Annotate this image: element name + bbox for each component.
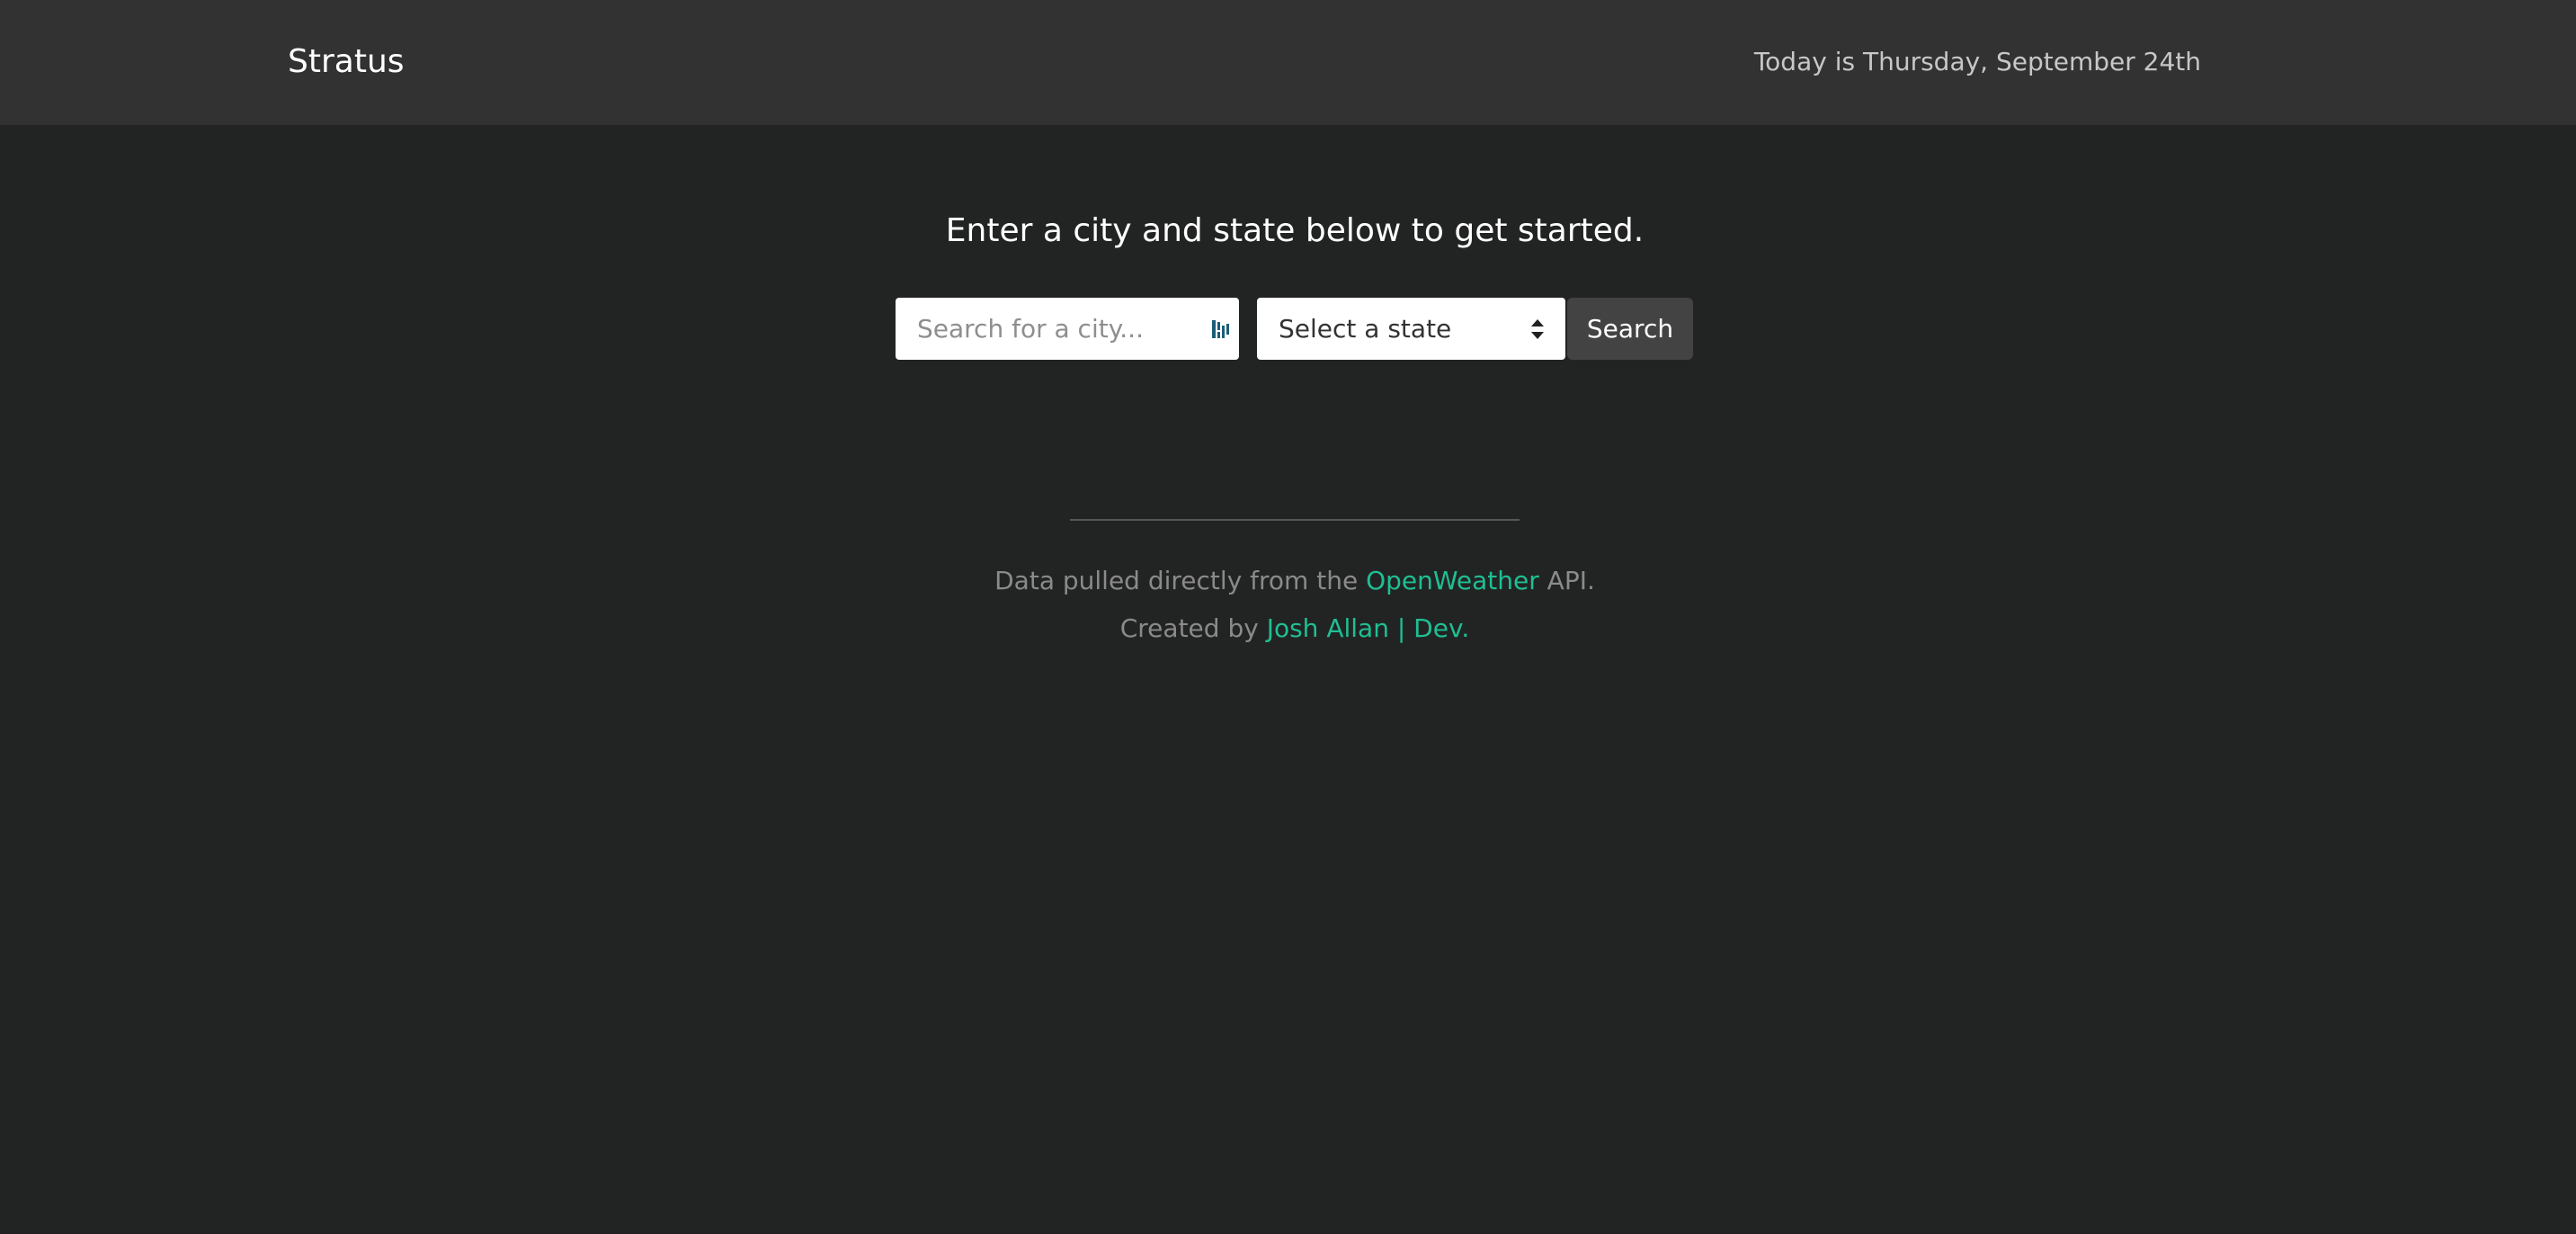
footer-credit-prefix: Created by xyxy=(1119,613,1267,643)
divider xyxy=(1070,519,1520,521)
footer-data-prefix: Data pulled directly from the xyxy=(994,566,1367,595)
page-headline: Enter a city and state below to get star… xyxy=(945,212,1645,249)
openweather-link[interactable]: OpenWeather xyxy=(1366,566,1539,595)
footer-credits: Created by Josh Allan | Dev. xyxy=(0,613,2576,645)
author-link[interactable]: Josh Allan | Dev. xyxy=(1267,613,1470,643)
search-button[interactable]: Search xyxy=(1567,298,1693,360)
state-select-value: Select a state xyxy=(1279,314,1452,344)
password-manager-icon[interactable] xyxy=(1211,318,1231,340)
footer-data-source: Data pulled directly from the OpenWeathe… xyxy=(0,565,2576,597)
up-down-arrows-icon xyxy=(1531,319,1544,339)
brand-logo-link[interactable]: Stratus xyxy=(288,42,405,82)
state-select[interactable]: Select a state xyxy=(1257,298,1565,360)
city-search-input[interactable] xyxy=(896,298,1239,360)
navbar: Stratus Today is Thursday, September 24t… xyxy=(0,0,2576,125)
footer-data-suffix: API. xyxy=(1538,566,1595,595)
today-date-text: Today is Thursday, September 24th xyxy=(1753,47,2201,76)
